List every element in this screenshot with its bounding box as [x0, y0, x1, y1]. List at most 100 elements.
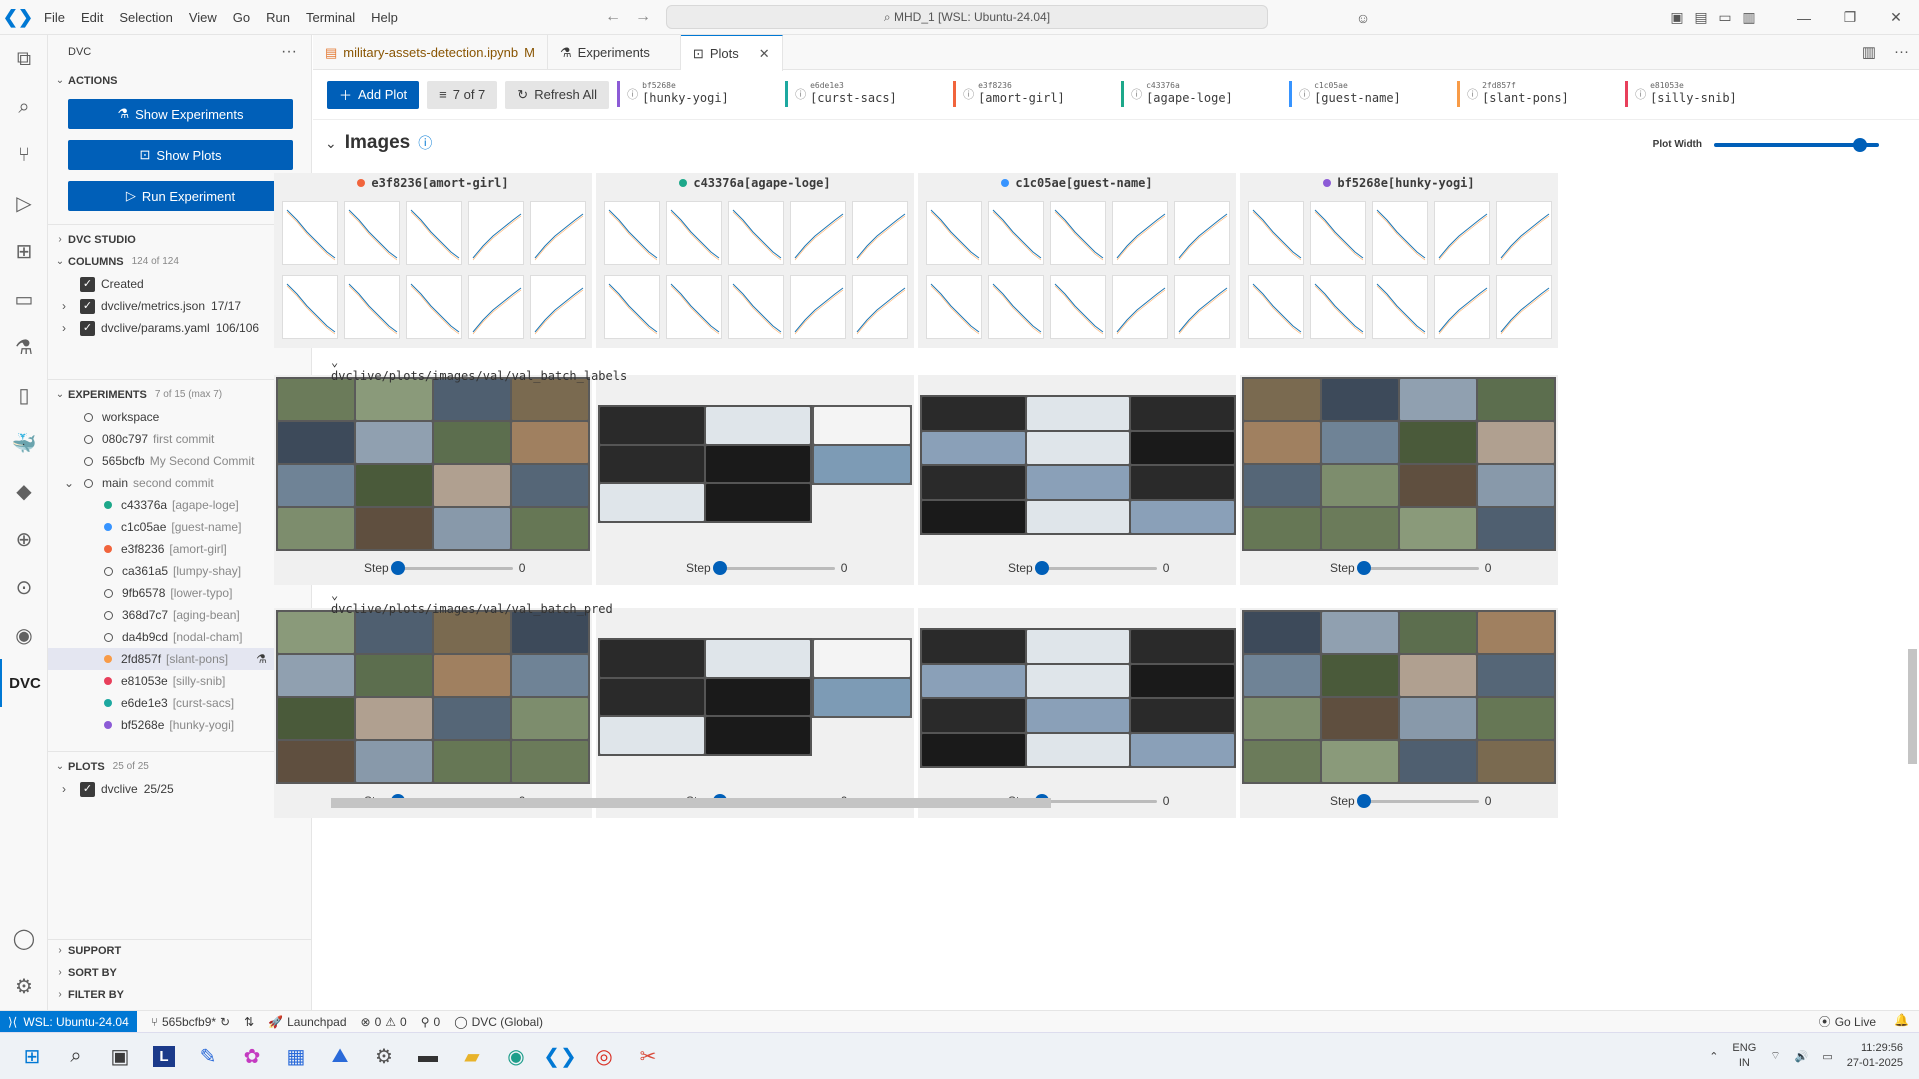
info-icon[interactable]: ⓘ — [1299, 81, 1310, 109]
tab-experiments[interactable]: ⚗ Experiments — [548, 35, 681, 70]
step-slider[interactable] — [1034, 793, 1157, 808]
jupyter-icon[interactable]: ▯ — [0, 371, 48, 419]
experiment-color-dot-icon[interactable] — [104, 523, 112, 531]
close-window-icon[interactable]: ✕ — [1873, 9, 1919, 26]
experiment-item[interactable]: 368d7c7 [aging-bean] — [48, 604, 311, 626]
gitlens-icon[interactable]: ⊙ — [0, 563, 48, 611]
flask-icon[interactable]: ⚗ — [256, 648, 267, 670]
experiment-color-dot-icon[interactable] — [104, 721, 112, 729]
experiment-legend-item[interactable]: ⓘ bf5268e [hunky-yogi] — [617, 80, 771, 109]
more-actions-icon[interactable]: ··· — [1894, 43, 1909, 61]
problems-indicator[interactable]: ⊗ 0 ⚠ 0 — [361, 1015, 407, 1029]
experiment-item[interactable]: c1c05ae [guest-name] — [48, 516, 311, 538]
circle-icon[interactable] — [104, 610, 113, 620]
more-actions-icon[interactable]: ··· — [281, 43, 297, 61]
horizontal-scrollbar[interactable] — [331, 798, 1051, 808]
store-icon[interactable]: ▦ — [274, 1036, 318, 1076]
experiment-item[interactable]: e81053e [silly-snib] — [48, 670, 311, 692]
info-icon[interactable]: ⓘ — [627, 81, 638, 109]
plot-width-slider[interactable] — [1714, 137, 1879, 152]
plot-subsection-header[interactable]: ⌄ dvclive/plots/images/val/val_batch_lab… — [331, 355, 627, 383]
extensions-icon[interactable]: ⊞ — [0, 227, 48, 275]
toggle-secondary-sidebar-icon[interactable]: ▥ — [1737, 9, 1761, 26]
image-plot-cell[interactable]: Step0 — [274, 608, 592, 818]
circle-icon[interactable] — [104, 632, 113, 642]
language-indicator[interactable]: ENG — [1732, 1041, 1756, 1056]
source-control-icon[interactable]: ⑂ — [0, 131, 48, 179]
testing-flask-icon[interactable]: ⚗ — [0, 323, 48, 371]
experiment-item[interactable]: ca361a5 [lumpy-shay] — [48, 560, 311, 582]
commit-item[interactable]: ⌄ main second commit — [48, 472, 311, 494]
experiment-item[interactable]: 2fd857f[slant-pons]⚗⑂🗑 — [48, 648, 311, 670]
image-plot-cell[interactable]: Step0 — [918, 608, 1236, 818]
snipping-tool-icon[interactable]: ✂ — [626, 1036, 670, 1076]
taskbar-search-icon[interactable]: ⌕ — [54, 1036, 98, 1076]
slider-thumb[interactable] — [1034, 560, 1049, 575]
support-section-header[interactable]: › SUPPORT — [48, 940, 311, 962]
refresh-all-button[interactable]: ↻ Refresh All — [505, 80, 610, 109]
image-plot-cell[interactable]: Step0 — [1240, 375, 1558, 585]
experiment-item[interactable]: bf5268e [hunky-yogi] — [48, 714, 311, 736]
menu-help[interactable]: Help — [363, 0, 406, 35]
experiment-color-dot-icon[interactable] — [104, 501, 112, 509]
slider-thumb[interactable] — [1356, 560, 1371, 575]
account-icon[interactable]: ◯ — [0, 914, 48, 962]
show-hidden-icons-chevron-icon[interactable]: ⌃ — [1709, 1050, 1718, 1063]
show-plots-button[interactable]: ⊡ Show Plots — [68, 140, 293, 170]
experiment-item[interactable]: e6de1e3 [curst-sacs] — [48, 692, 311, 714]
tab-plots[interactable]: ⊡ Plots ✕ — [680, 35, 783, 71]
docker-icon[interactable]: 🐳 — [0, 419, 48, 467]
back-arrow-icon[interactable]: ← — [605, 8, 621, 26]
info-icon[interactable]: ⓘ — [963, 81, 974, 109]
info-icon[interactable]: ⓘ — [418, 133, 432, 153]
dvc-status[interactable]: ◯ DVC (Global) — [454, 1015, 543, 1029]
experiment-legend-item[interactable]: ⓘ c43376a [agape-loge] — [1121, 80, 1275, 109]
edge-browser-icon[interactable]: ◉ — [494, 1036, 538, 1076]
add-plot-button[interactable]: ＋ Add Plot — [327, 80, 420, 109]
image-plot-cell[interactable]: Step0 — [596, 375, 914, 585]
copilot-app-icon[interactable]: ✿ — [230, 1036, 274, 1076]
forward-arrow-icon[interactable]: → — [635, 8, 651, 26]
results-plot-grid[interactable] — [596, 193, 914, 348]
python-icon[interactable]: ◆ — [0, 467, 48, 515]
image-plot-cell[interactable]: Step0 — [274, 375, 592, 585]
plots-dvclive-item[interactable]: › ✓ dvclive 25/25 — [48, 778, 311, 800]
menu-file[interactable]: File — [36, 0, 73, 35]
sync-icon[interactable]: ↻ — [220, 1015, 230, 1029]
step-slider[interactable] — [390, 560, 513, 575]
gitlens-status[interactable]: ⇅ — [244, 1015, 254, 1029]
chrome-icon[interactable]: ◎ — [582, 1036, 626, 1076]
plots-section-header[interactable]: ⌄ PLOTS 25 of 25 — [48, 756, 311, 778]
experiment-item[interactable]: da4b9cd [nodal-cham] — [48, 626, 311, 648]
menu-go[interactable]: Go — [225, 0, 258, 35]
menu-terminal[interactable]: Terminal — [298, 0, 363, 35]
github-icon[interactable]: ◉ — [0, 611, 48, 659]
minimize-icon[interactable]: — — [1781, 10, 1827, 26]
clock[interactable]: 11:29:56 27-01-2025 — [1847, 1041, 1903, 1071]
checkbox-checked-icon[interactable]: ✓ — [80, 276, 95, 292]
windows-start-icon[interactable]: ⊞ — [10, 1036, 54, 1076]
vertical-scrollbar[interactable] — [1908, 649, 1917, 764]
experiment-item[interactable]: c43376a [agape-loge] — [48, 494, 311, 516]
branch-indicator[interactable]: ⑂ 565bcfb9* ↻ — [151, 1015, 230, 1029]
split-editor-icon[interactable]: ▥ — [1862, 43, 1876, 61]
dvc-icon[interactable]: DVC — [0, 659, 48, 707]
info-icon[interactable]: ⓘ — [1635, 81, 1646, 109]
chevron-down-icon[interactable]: ⌄ — [325, 135, 337, 152]
results-plot-grid[interactable] — [918, 193, 1236, 348]
task-view-icon[interactable]: ▣ — [98, 1036, 142, 1076]
slider-thumb[interactable] — [1852, 137, 1867, 152]
step-slider[interactable] — [712, 560, 835, 575]
experiment-legend-item[interactable]: ⓘ 2fd857f [slant-pons] — [1457, 80, 1611, 109]
layout-icon[interactable]: ▣ — [1665, 9, 1689, 26]
tab-notebook[interactable]: ▤ military-assets-detection.ipynb M — [313, 35, 548, 70]
git-graph-icon[interactable]: ⊕ — [0, 515, 48, 563]
experiment-color-dot-icon[interactable] — [104, 545, 112, 553]
column-params[interactable]: › ✓ dvclive/params.yaml 106/106 — [48, 317, 311, 339]
ports-indicator[interactable]: ⚲ 0 — [421, 1015, 440, 1029]
results-plot-grid[interactable] — [1240, 193, 1558, 348]
plot-subsection-header[interactable]: ⌄ dvclive/plots/images/val/val_batch_pre… — [331, 588, 613, 616]
volume-icon[interactable]: 🔊 — [1795, 1050, 1809, 1063]
app-pen-icon[interactable]: ✎ — [186, 1036, 230, 1076]
battery-icon[interactable]: ▭ — [1822, 1050, 1832, 1063]
